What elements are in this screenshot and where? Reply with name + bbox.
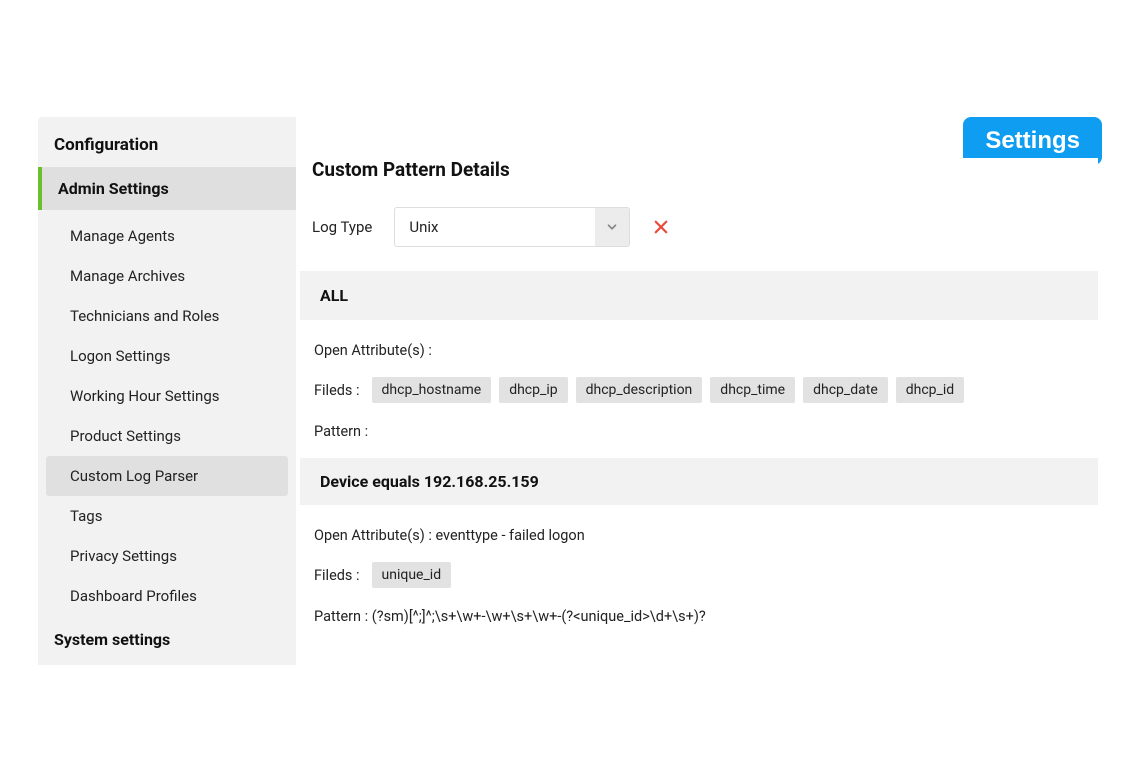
sidebar-item-tags[interactable]: Tags bbox=[46, 496, 288, 536]
sidebar-section-admin-settings[interactable]: Admin Settings bbox=[38, 167, 296, 210]
sidebar-item-custom-log-parser[interactable]: Custom Log Parser bbox=[46, 456, 288, 496]
section-all-header: ALL bbox=[300, 271, 1098, 320]
sidebar-item-dashboard-profiles[interactable]: Dashboard Profiles bbox=[46, 576, 288, 616]
chevron-down-icon bbox=[595, 208, 629, 246]
field-tag: unique_id bbox=[372, 562, 452, 588]
fields-label: Fileds : bbox=[314, 382, 360, 399]
field-tag: dhcp_time bbox=[710, 377, 795, 403]
sidebar-item-product-settings[interactable]: Product Settings bbox=[46, 416, 288, 456]
field-tag: dhcp_date bbox=[803, 377, 888, 403]
field-tag: dhcp_ip bbox=[499, 377, 567, 403]
close-icon[interactable] bbox=[652, 218, 670, 236]
sidebar-item-privacy-settings[interactable]: Privacy Settings bbox=[46, 536, 288, 576]
section-device-header: Device equals 192.168.25.159 bbox=[300, 458, 1098, 505]
sidebar-item-manage-archives[interactable]: Manage Archives bbox=[46, 256, 288, 296]
section-device-fields: Fileds : unique_id bbox=[300, 560, 1098, 590]
sidebar-item-manage-agents[interactable]: Manage Agents bbox=[46, 216, 288, 256]
field-tag: dhcp_id bbox=[896, 377, 964, 403]
section-device-open-attrs: Open Attribute(s) : eventtype - failed l… bbox=[300, 521, 1098, 550]
sidebar-item-technicians-roles[interactable]: Technicians and Roles bbox=[46, 296, 288, 336]
log-type-value: Unix bbox=[395, 218, 595, 236]
sidebar-section-system-settings[interactable]: System settings bbox=[38, 616, 296, 659]
log-type-row: Log Type Unix bbox=[300, 207, 1098, 247]
sidebar-item-working-hour-settings[interactable]: Working Hour Settings bbox=[46, 376, 288, 416]
field-tag: dhcp_description bbox=[576, 377, 703, 403]
fields-label: Fileds : bbox=[314, 567, 360, 584]
page-title: Custom Pattern Details bbox=[300, 158, 1098, 181]
field-tag: dhcp_hostname bbox=[372, 377, 492, 403]
log-type-select[interactable]: Unix bbox=[394, 207, 630, 247]
main-panel: Custom Pattern Details Log Type Unix ALL… bbox=[300, 158, 1098, 641]
sidebar-header: Configuration bbox=[38, 117, 296, 167]
log-type-label: Log Type bbox=[312, 218, 372, 236]
section-all-fields: Fileds : dhcp_hostname dhcp_ip dhcp_desc… bbox=[300, 375, 1098, 405]
section-device-pattern: Pattern : (?sm)[^;]^;\s+\w+-\w+\s+\w+-(?… bbox=[300, 604, 1098, 641]
sidebar-item-logon-settings[interactable]: Logon Settings bbox=[46, 336, 288, 376]
section-all-pattern: Pattern : bbox=[300, 419, 1098, 456]
section-all-open-attrs: Open Attribute(s) : bbox=[300, 336, 1098, 365]
sidebar: Configuration Admin Settings Manage Agen… bbox=[38, 117, 296, 665]
